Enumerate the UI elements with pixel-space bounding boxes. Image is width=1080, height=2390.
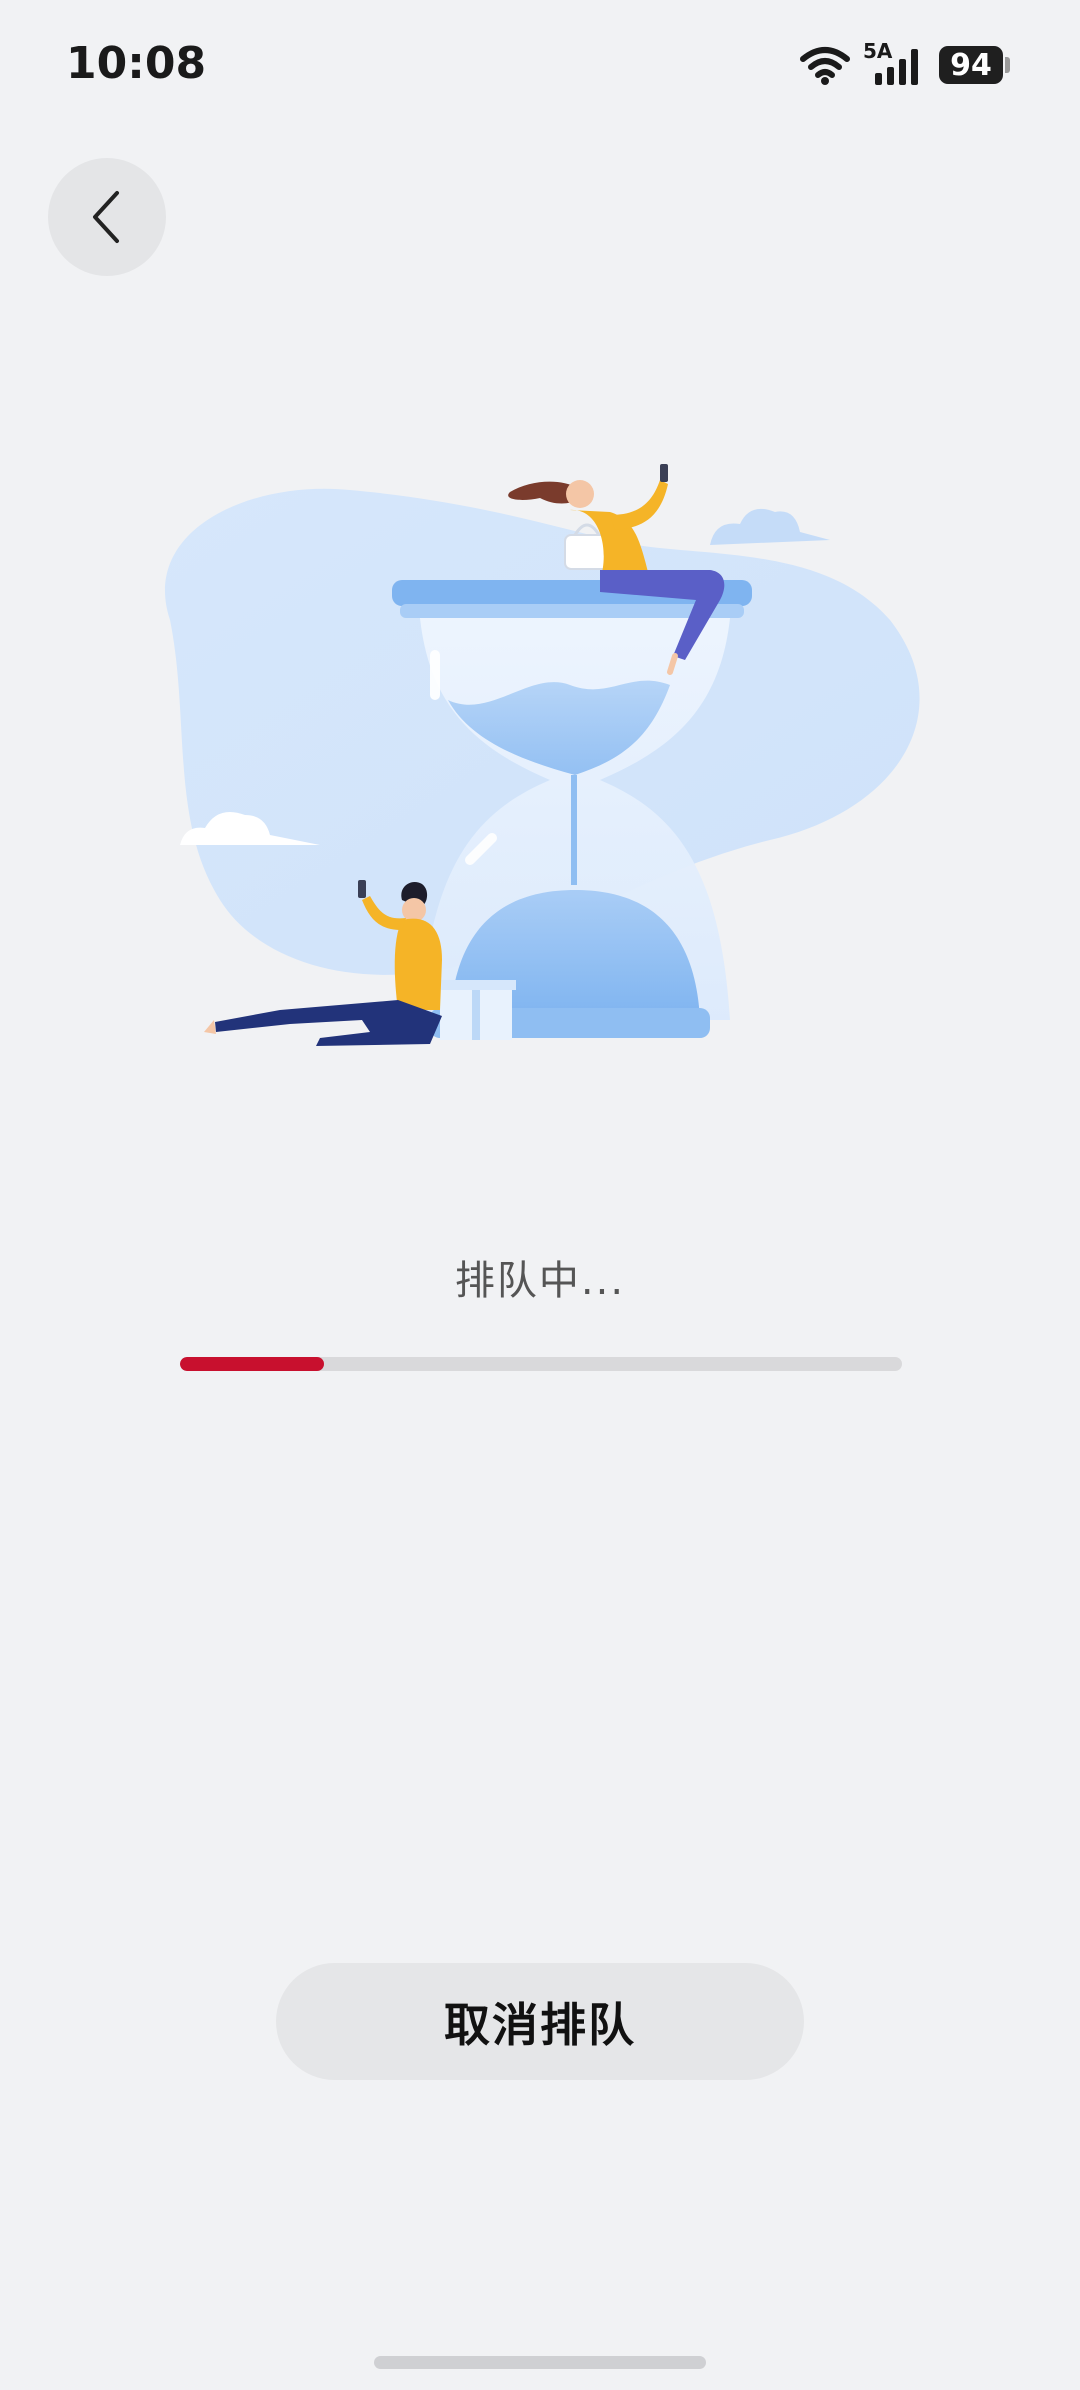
- queue-status-text: 排队中...: [454, 1258, 626, 1304]
- queue-progress-bar: [180, 1357, 902, 1371]
- queue-progress-fill: [180, 1357, 325, 1371]
- back-button[interactable]: [48, 158, 166, 276]
- chevron-left-icon: [93, 191, 119, 243]
- cloud-right: [710, 508, 830, 545]
- home-indicator[interactable]: [374, 2356, 706, 2369]
- cancel-queue-button[interactable]: 取消排队: [276, 1963, 804, 2080]
- hourglass-queue-illustration: [164, 464, 920, 1046]
- battery-tip: [1005, 57, 1010, 73]
- status-icons: 5A 94: [799, 39, 1010, 90]
- status-bar: 10:08 5A 94: [0, 0, 1080, 130]
- battery-level: 94: [939, 46, 1003, 84]
- gift-box: [436, 980, 516, 1040]
- battery-icon: 94: [939, 46, 1010, 84]
- status-time: 10:08: [66, 38, 207, 89]
- wifi-icon: [800, 47, 850, 85]
- cellular-signal-icon: 5A: [863, 39, 927, 87]
